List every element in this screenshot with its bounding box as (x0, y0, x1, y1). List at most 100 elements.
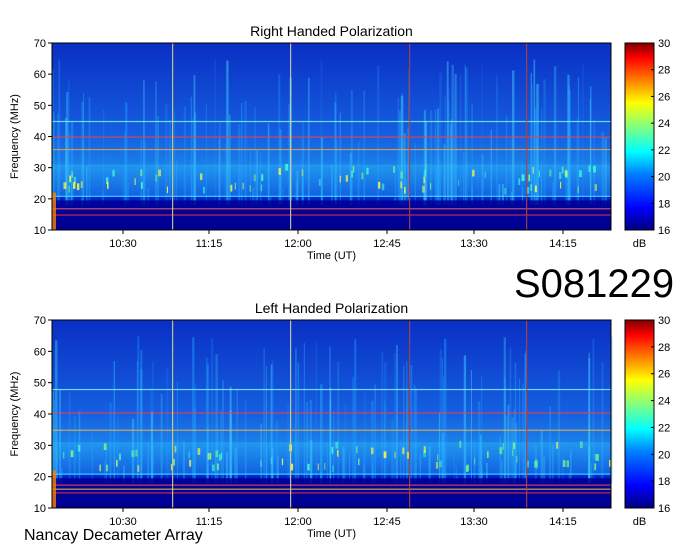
observation-id: S081229 (514, 262, 675, 306)
colorbar-tick-label: 18 (658, 198, 670, 210)
edge-artifact (52, 470, 56, 508)
emission-burst (562, 460, 566, 467)
colorbar-tick-label: 30 (658, 315, 670, 327)
colorbar-tick-label: 28 (658, 342, 670, 354)
emission-burst (166, 186, 169, 194)
emission-burst (407, 451, 409, 459)
emission-burst (197, 448, 201, 455)
emission-burst (80, 181, 83, 188)
panel-title: Right Handed Polarization (250, 23, 413, 39)
emission-burst (532, 166, 534, 174)
colorbar (624, 319, 655, 509)
colorbar-tick-label: 22 (658, 145, 670, 157)
emission-burst (155, 174, 157, 182)
emission-burst (351, 170, 353, 178)
emission-burst (134, 178, 136, 185)
y-tick-label: 10 (34, 225, 46, 237)
emission-burst (421, 185, 425, 193)
emission-burst (218, 454, 221, 461)
emission-burst (140, 182, 143, 189)
emission-burst (549, 169, 552, 177)
emission-burst (318, 179, 321, 186)
colorbar-tick-label: 22 (658, 422, 670, 434)
y-tick-label: 60 (34, 69, 46, 81)
emission-burst (577, 186, 579, 194)
emission-burst (135, 449, 138, 457)
emission-burst (69, 175, 72, 183)
emission-burst (594, 463, 597, 471)
panel-right-polarization: Right Handed Polarization 10 20 30 40 50 60 70 F… (9, 23, 670, 262)
colorbar-tick-label: 26 (658, 91, 670, 103)
emission-burst (556, 441, 559, 449)
emission-burst (466, 465, 469, 472)
emission-burst (512, 449, 514, 457)
y-axis-label: Frequency (MHz) (9, 94, 21, 179)
emission-burst (484, 171, 486, 179)
emission-burst (437, 454, 439, 461)
emission-burst (339, 175, 341, 183)
colorbar-tick-label: 26 (658, 369, 670, 381)
colorbar-tick-label: 16 (658, 225, 670, 237)
x-tick-label: 13:30 (460, 516, 488, 528)
emission-burst (105, 464, 109, 472)
emission-burst (202, 186, 205, 194)
x-tick-label: 11:15 (196, 238, 223, 250)
emission-burst (345, 175, 349, 182)
emission-burst (521, 174, 525, 182)
x-axis-label: Time (UT) (307, 250, 356, 262)
colorbar-tick-label: 24 (658, 118, 670, 130)
emission-burst (119, 453, 121, 461)
emission-burst (285, 163, 289, 171)
emission-burst (430, 182, 432, 190)
emission-burst (518, 178, 521, 185)
x-tick-label: 10:30 (109, 238, 137, 250)
emission-burst (112, 169, 115, 177)
emission-burst (435, 462, 439, 469)
emission-burst (116, 459, 118, 467)
emission-burst (594, 184, 597, 191)
y-axis-label: Frequency (MHz) (9, 372, 21, 457)
colorbar-tick-label: 16 (658, 503, 670, 515)
emission-burst (189, 459, 192, 467)
emission-burst (137, 465, 140, 472)
x-tick-label: 14:15 (549, 238, 577, 250)
emission-burst (535, 185, 537, 193)
x-tick-label: 12:45 (373, 516, 401, 528)
emission-burst (199, 173, 203, 181)
colorbar-label: dB (633, 238, 646, 250)
colorbar-tick-label: 24 (658, 396, 670, 408)
emission-burst (593, 165, 596, 173)
time-marker-line (172, 320, 174, 508)
emission-burst (140, 169, 143, 177)
emission-burst (394, 451, 396, 459)
x-tick-label: 14:15 (549, 516, 577, 528)
emission-burst (209, 452, 212, 460)
emission-burst (253, 174, 256, 182)
emission-burst (393, 166, 395, 173)
emission-burst (499, 447, 503, 454)
emission-burst (173, 458, 175, 466)
emission-burst (538, 170, 540, 178)
colorbar-tick-label: 20 (658, 449, 670, 461)
time-marker-line (409, 320, 411, 508)
emission-burst (356, 446, 358, 454)
x-tick-label: 12:00 (284, 238, 312, 250)
emission-burst (358, 458, 360, 466)
colorbar-tick-label: 20 (658, 172, 670, 184)
emission-burst (561, 166, 564, 174)
emission-burst (383, 451, 387, 459)
emission-burst (188, 451, 190, 459)
colorbar-tick-label: 30 (658, 38, 670, 50)
emission-burst (215, 450, 219, 458)
emission-burst (423, 446, 426, 453)
emission-burst (76, 183, 80, 191)
panel-title: Left Handed Polarization (255, 300, 408, 316)
emission-burst (564, 169, 568, 177)
colorbar (624, 42, 655, 231)
emission-burst (588, 165, 591, 173)
emission-burst (530, 184, 533, 191)
emission-burst (473, 457, 476, 465)
emission-burst (459, 440, 462, 448)
emission-burst (99, 464, 101, 472)
emission-burst (63, 182, 67, 189)
